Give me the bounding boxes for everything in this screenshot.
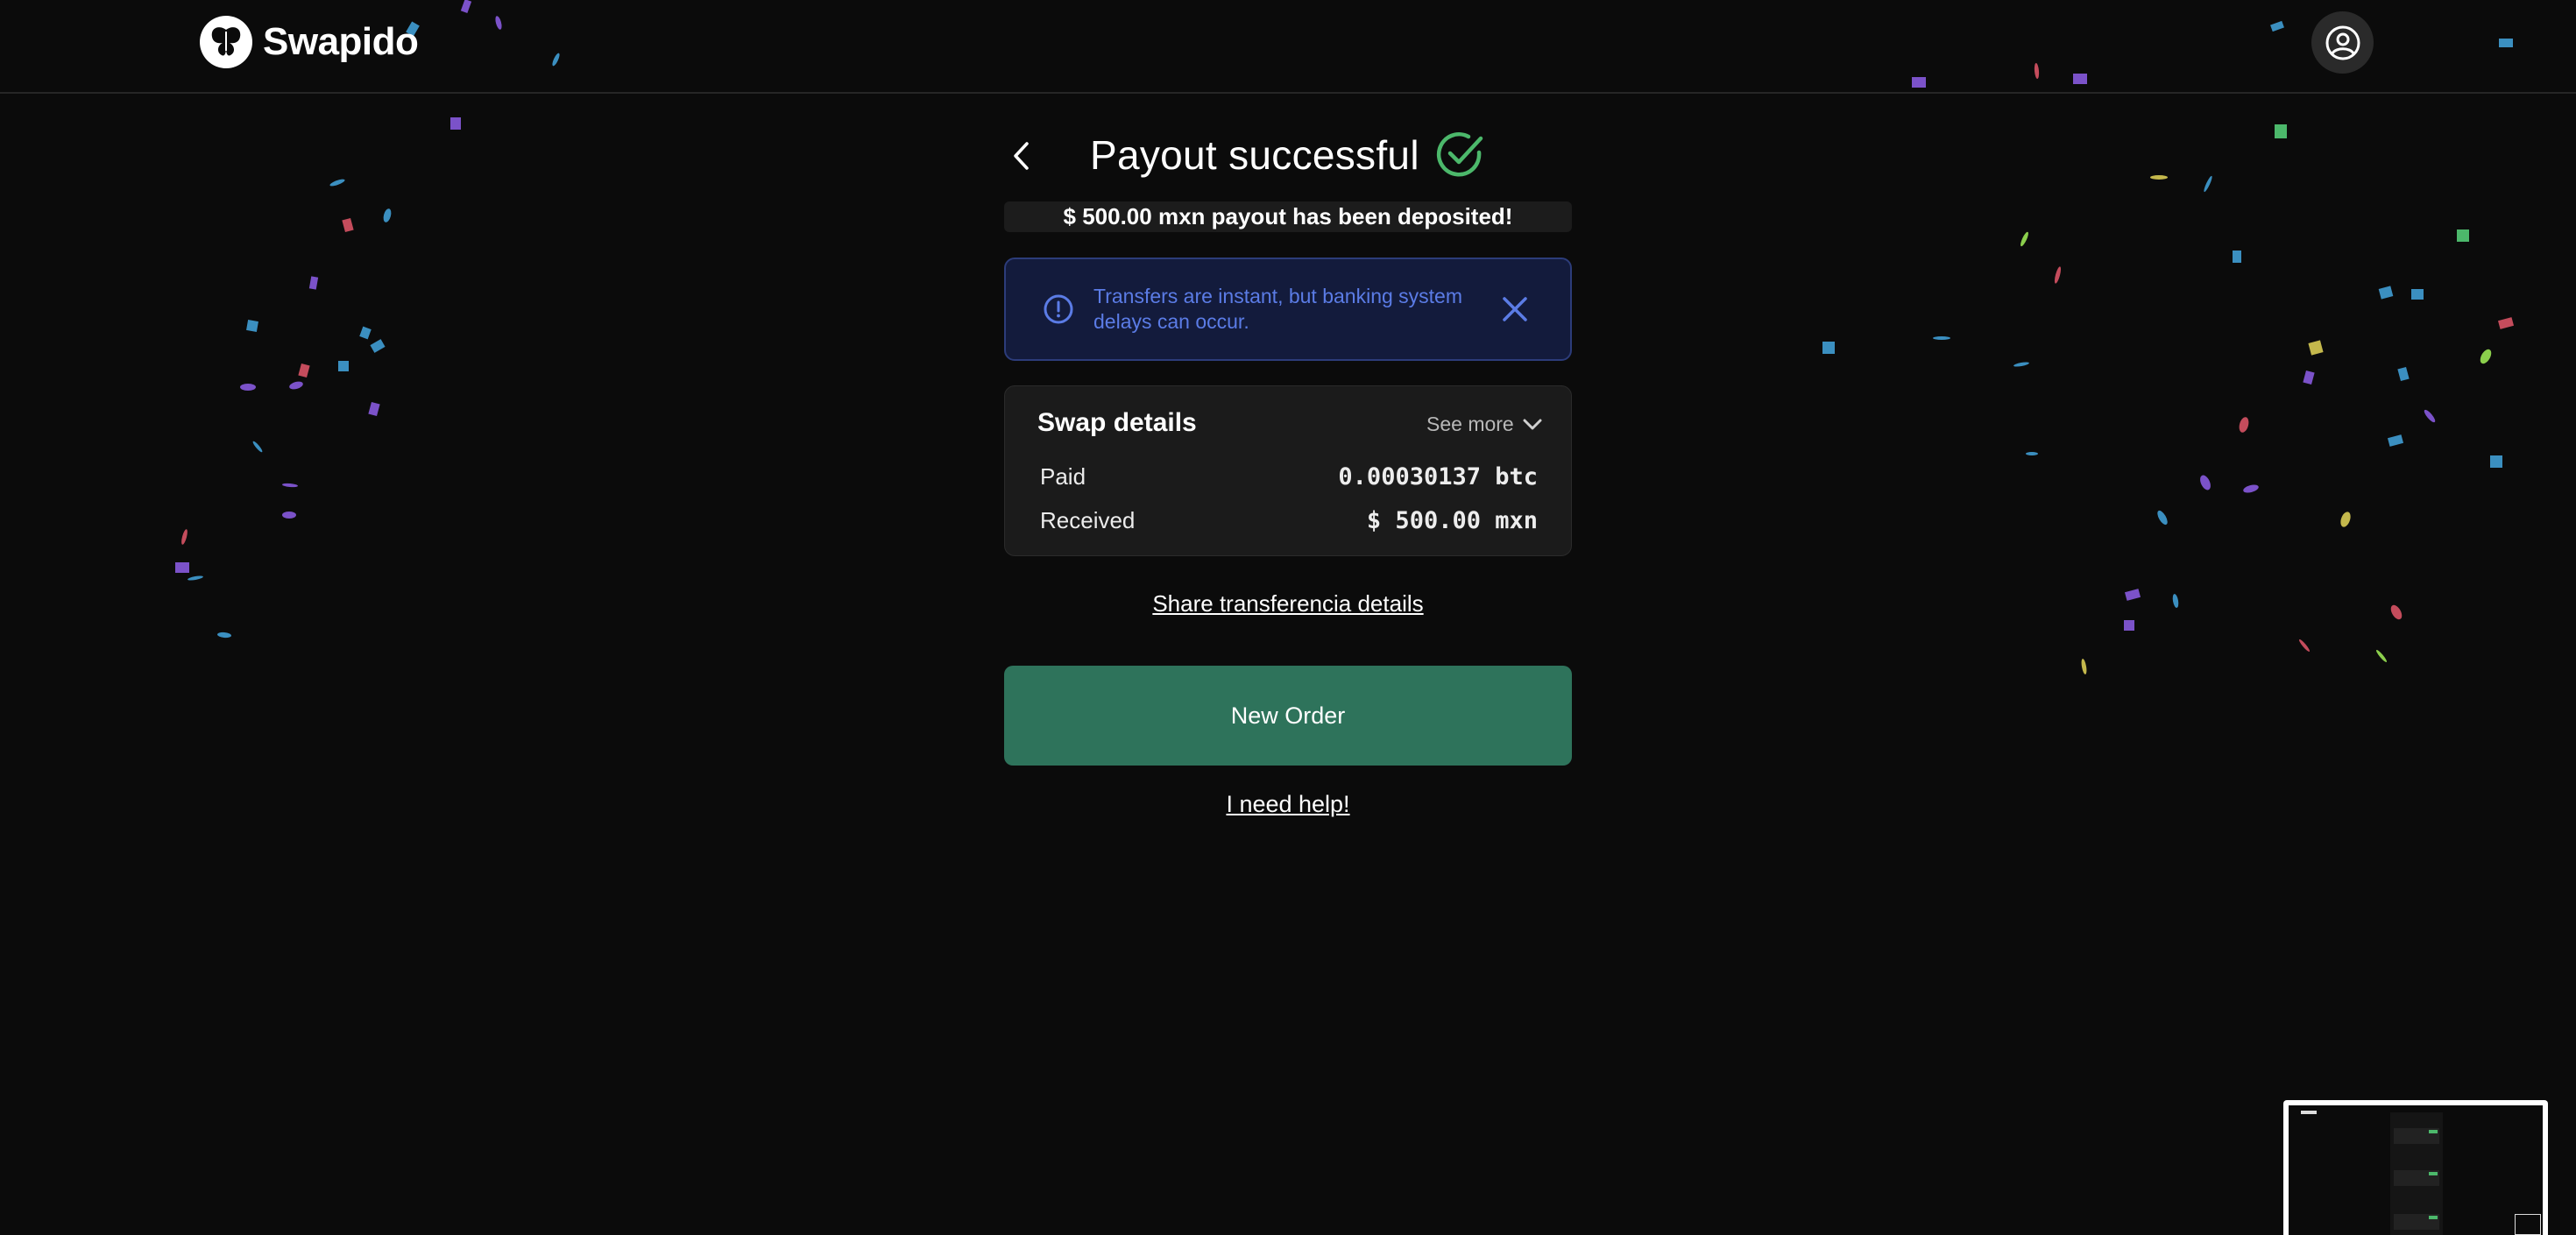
swap-details-card: Swap details See more Paid 0.00030137 bt… xyxy=(1004,385,1572,556)
chevron-down-icon xyxy=(1523,419,1542,429)
confetti-piece xyxy=(281,483,299,488)
confetti-piece xyxy=(2197,473,2213,492)
profile-button[interactable] xyxy=(2311,11,2374,74)
confetti-piece xyxy=(2297,638,2311,653)
confetti-piece xyxy=(2171,593,2180,609)
confetti-piece xyxy=(368,401,380,417)
confetti-piece xyxy=(251,440,264,454)
confetti-piece xyxy=(2339,510,2353,529)
confetti-piece xyxy=(382,208,393,223)
user-circle-icon xyxy=(2325,25,2360,60)
confetti-piece xyxy=(1933,336,1950,340)
confetti-piece xyxy=(298,363,310,378)
confetti-piece xyxy=(359,326,372,340)
back-button[interactable] xyxy=(1004,138,1039,173)
help-link[interactable]: I need help! xyxy=(1004,791,1572,818)
confetti-piece xyxy=(2233,251,2241,263)
confetti-piece xyxy=(2013,361,2030,368)
logo-text: Swapido xyxy=(263,20,419,63)
confetti-piece xyxy=(308,276,319,290)
deposit-message: $ 500.00 mxn payout has been deposited! xyxy=(1004,201,1572,232)
confetti-piece xyxy=(2150,175,2168,180)
paid-row: Paid 0.00030137 btc xyxy=(1040,463,1538,490)
title-row: Payout successful xyxy=(1004,123,1572,193)
page-title: Payout successful xyxy=(1090,132,1419,178)
info-alert-text: Transfers are instant, but banking syste… xyxy=(1093,285,1463,333)
confetti-piece xyxy=(240,384,256,391)
confetti-piece xyxy=(2237,416,2251,434)
swap-details-title: Swap details xyxy=(1037,408,1197,437)
confetti-piece xyxy=(342,217,354,233)
confetti-piece xyxy=(2374,648,2388,664)
received-label: Received xyxy=(1040,507,1136,533)
confetti-piece xyxy=(2053,265,2063,285)
confetti-piece xyxy=(2422,408,2438,424)
confetti-piece xyxy=(2490,455,2502,468)
confetti-piece xyxy=(282,512,296,519)
share-details-link[interactable]: Share transferencia details xyxy=(1004,590,1572,618)
confetti-piece xyxy=(338,361,349,371)
see-more-label: See more xyxy=(1426,413,1514,435)
payout-panel: Payout successful $ 500.00 mxn payout ha… xyxy=(1004,123,1572,817)
butterfly-icon xyxy=(200,16,252,68)
new-order-button[interactable]: New Order xyxy=(1004,666,1572,766)
chevron-left-icon xyxy=(1014,142,1029,170)
top-header: Swapido xyxy=(0,0,2576,94)
confetti-piece xyxy=(2457,229,2469,242)
confetti-piece xyxy=(288,380,304,391)
confetti-piece xyxy=(370,339,386,353)
see-more-toggle[interactable]: See more xyxy=(1426,413,1542,436)
info-circle-icon xyxy=(1044,294,1073,324)
confetti-piece xyxy=(2155,509,2169,526)
page-minimap[interactable] xyxy=(2283,1100,2548,1235)
paid-value: 0.00030137 btc xyxy=(1338,463,1538,490)
confetti-piece xyxy=(216,632,232,639)
confetti-piece xyxy=(2478,347,2494,366)
confetti-piece xyxy=(175,562,189,573)
confetti-piece xyxy=(2397,366,2410,382)
confetti-piece xyxy=(2019,230,2030,248)
confetti-piece xyxy=(2080,658,2088,675)
confetti-piece xyxy=(2388,603,2404,622)
confetti-piece xyxy=(2202,175,2214,193)
received-row: Received $ 500.00 mxn xyxy=(1040,507,1538,534)
confetti-piece xyxy=(180,528,189,546)
confetti-piece xyxy=(2026,452,2038,455)
confetti-piece xyxy=(187,575,204,582)
confetti-piece xyxy=(1822,342,1835,354)
confetti-piece xyxy=(2124,620,2134,631)
confetti-piece xyxy=(450,117,461,130)
confetti-piece xyxy=(2242,483,2260,495)
confetti-piece xyxy=(2411,289,2424,300)
confetti-piece xyxy=(329,178,346,187)
confetti-piece xyxy=(2497,317,2515,329)
close-icon[interactable] xyxy=(1500,294,1530,324)
info-alert: Transfers are instant, but banking syste… xyxy=(1004,258,1572,361)
check-circle-icon xyxy=(1436,132,1483,177)
minimap-preview xyxy=(2289,1105,2543,1235)
confetti-piece xyxy=(2308,340,2324,356)
paid-label: Paid xyxy=(1040,463,1086,490)
confetti-piece xyxy=(2124,589,2141,601)
confetti-piece xyxy=(246,320,258,332)
confetti-piece xyxy=(2387,434,2404,447)
logo[interactable]: Swapido xyxy=(200,16,419,68)
received-value: $ 500.00 mxn xyxy=(1366,507,1538,534)
confetti-piece xyxy=(2378,286,2394,300)
confetti-piece xyxy=(2275,124,2287,138)
confetti-piece xyxy=(2303,370,2315,385)
